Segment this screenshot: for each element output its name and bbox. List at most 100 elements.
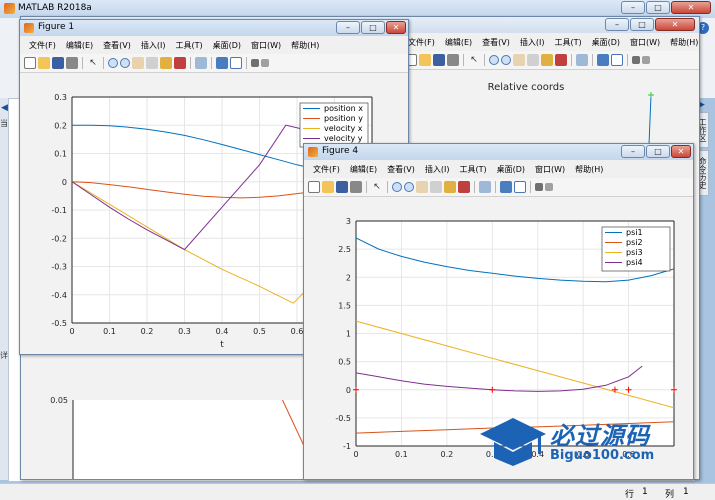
open-folder-icon[interactable] — [419, 54, 431, 66]
figure-behind-menu-item-3[interactable]: 插入(I) — [515, 37, 550, 48]
colorbar-icon[interactable] — [597, 54, 609, 66]
figure-behind-maximize-button[interactable]: □ — [630, 18, 654, 31]
zoom-out-icon[interactable] — [120, 58, 130, 68]
zoom-out-icon[interactable] — [404, 182, 414, 192]
minimize-button[interactable]: – — [621, 1, 645, 14]
figure-1-menu-item-0[interactable]: 文件(F) — [24, 40, 61, 51]
brush-icon[interactable] — [174, 57, 186, 69]
link-plot-icon[interactable] — [479, 181, 491, 193]
show-tools-icon[interactable] — [261, 59, 269, 67]
pan-hand-icon[interactable] — [132, 57, 144, 69]
figure-4-menu-item-3[interactable]: 插入(I) — [420, 164, 455, 175]
figure-4-menu-item-6[interactable]: 窗口(W) — [530, 164, 570, 175]
zoom-in-icon[interactable] — [392, 182, 402, 192]
figure-4-menu-item-0[interactable]: 文件(F) — [308, 164, 345, 175]
figure-icon — [308, 147, 318, 157]
data-cursor-icon[interactable] — [160, 57, 172, 69]
x-tick-label: 0.3 — [178, 327, 191, 336]
y-tick-label: 0.1 — [54, 150, 67, 159]
hide-tools-icon[interactable] — [251, 59, 259, 67]
figure-4-menu-item-1[interactable]: 编辑(E) — [345, 164, 382, 175]
figure-behind-menu-item-5[interactable]: 桌面(D) — [587, 37, 625, 48]
figure-1-menu-item-4[interactable]: 工具(T) — [170, 40, 207, 51]
link-plot-icon[interactable] — [576, 54, 588, 66]
figure-4-minimize-button[interactable]: – — [621, 145, 645, 158]
figure-behind-menu-item-4[interactable]: 工具(T) — [549, 37, 586, 48]
pointer-icon[interactable]: ↖ — [87, 57, 99, 69]
legend-entry: velocity y — [324, 134, 363, 143]
figure-4-titlebar: Figure 4 – □ ✕ — [304, 144, 693, 160]
print-icon[interactable] — [66, 57, 78, 69]
figure-4-menu-item-4[interactable]: 工具(T) — [454, 164, 491, 175]
save-icon[interactable] — [433, 54, 445, 66]
zoom-in-icon[interactable] — [489, 55, 499, 65]
legend-icon[interactable] — [230, 57, 242, 69]
y-tick-label: 3 — [346, 217, 351, 226]
toolbar-separator — [474, 181, 475, 193]
open-folder-icon[interactable] — [322, 181, 334, 193]
figure-behind-menu-item-7[interactable]: 帮助(H) — [665, 37, 699, 48]
figure-1-menu-item-7[interactable]: 帮助(H) — [286, 40, 324, 51]
pan-hand-icon[interactable] — [416, 181, 428, 193]
figure-1-maximize-button[interactable]: □ — [361, 21, 385, 34]
zoom-in-icon[interactable] — [108, 58, 118, 68]
figure-1-menu-item-5[interactable]: 桌面(D) — [208, 40, 246, 51]
figure-behind-close-button[interactable]: ✕ — [655, 18, 695, 31]
figure-behind-menu-item-6[interactable]: 窗口(W) — [625, 37, 665, 48]
save-icon[interactable] — [336, 181, 348, 193]
zoom-out-icon[interactable] — [501, 55, 511, 65]
maximize-button[interactable]: □ — [646, 1, 670, 14]
figure-behind-minimize-button[interactable]: – — [605, 18, 629, 31]
y-tick-label: -1 — [343, 442, 351, 451]
figure-1-menu-item-3[interactable]: 插入(I) — [136, 40, 171, 51]
y-tick-label: -0.5 — [335, 414, 351, 423]
x-tick-label: 0.5 — [253, 327, 266, 336]
show-tools-icon[interactable] — [545, 183, 553, 191]
pointer-icon[interactable]: ↖ — [371, 181, 383, 193]
figure-4-menu-item-5[interactable]: 桌面(D) — [492, 164, 530, 175]
legend-entry: position y — [324, 114, 363, 123]
link-plot-icon[interactable] — [195, 57, 207, 69]
hide-tools-icon[interactable] — [632, 56, 640, 64]
figure-1-menu-item-2[interactable]: 查看(V) — [98, 40, 136, 51]
colorbar-icon[interactable] — [500, 181, 512, 193]
print-icon[interactable] — [350, 181, 362, 193]
data-cursor-icon[interactable] — [444, 181, 456, 193]
figure-4-close-button[interactable]: ✕ — [671, 145, 691, 158]
rotate-icon[interactable] — [430, 181, 442, 193]
data-cursor-icon[interactable] — [541, 54, 553, 66]
figure-1-menu-item-1[interactable]: 编辑(E) — [61, 40, 98, 51]
print-icon[interactable] — [447, 54, 459, 66]
rotate-icon[interactable] — [146, 57, 158, 69]
y-tick-label: 0.2 — [54, 121, 67, 130]
save-icon[interactable] — [52, 57, 64, 69]
status-row-label: 行 — [625, 490, 635, 500]
figure-1-minimize-button[interactable]: – — [336, 21, 360, 34]
figure-4-menu-item-7[interactable]: 帮助(H) — [570, 164, 608, 175]
hide-tools-icon[interactable] — [535, 183, 543, 191]
left-collapse-arrow-icon[interactable]: ◀ — [1, 103, 8, 113]
brush-icon[interactable] — [458, 181, 470, 193]
rotate-icon[interactable] — [527, 54, 539, 66]
pan-hand-icon[interactable] — [513, 54, 525, 66]
relative-coords-title: Relative coords — [488, 82, 565, 93]
y-tick-label: 2.5 — [338, 245, 351, 254]
figure-1-close-button[interactable]: ✕ — [386, 21, 406, 34]
new-file-icon[interactable] — [24, 57, 36, 69]
new-file-icon[interactable] — [308, 181, 320, 193]
show-tools-icon[interactable] — [642, 56, 650, 64]
legend-icon[interactable] — [514, 181, 526, 193]
brush-icon[interactable] — [555, 54, 567, 66]
figure-1-menu-item-6[interactable]: 窗口(W) — [246, 40, 286, 51]
colorbar-icon[interactable] — [216, 57, 228, 69]
figure-4-maximize-button[interactable]: □ — [646, 145, 670, 158]
close-button[interactable]: ✕ — [671, 1, 711, 14]
figure-behind-menu-item-2[interactable]: 查看(V) — [477, 37, 515, 48]
left-panel-glyph-2: 详 — [0, 351, 8, 360]
x-tick-label: 0 — [353, 450, 358, 459]
legend-icon[interactable] — [611, 54, 623, 66]
figure-behind-menu-item-1[interactable]: 编辑(E) — [440, 37, 477, 48]
figure-4-menu-item-2[interactable]: 查看(V) — [382, 164, 420, 175]
pointer-icon[interactable]: ↖ — [468, 54, 480, 66]
open-folder-icon[interactable] — [38, 57, 50, 69]
